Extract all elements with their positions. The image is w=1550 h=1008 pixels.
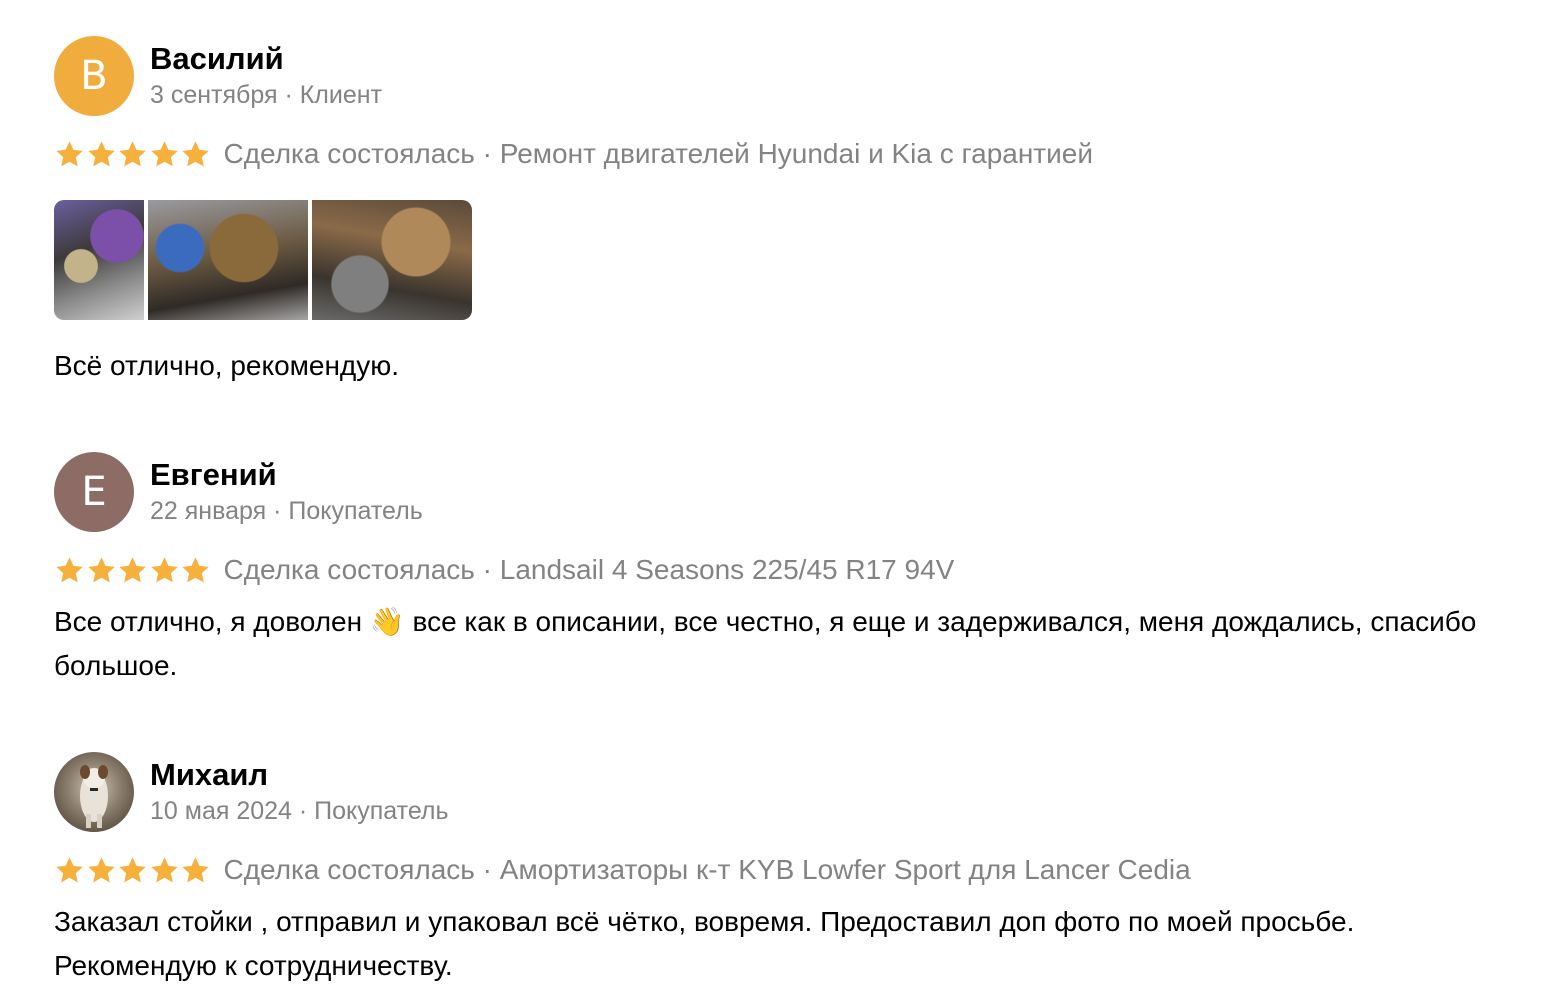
review-text: Все отлично, я доволен 👋 все как в описа… [54,606,1485,681]
review-author-info: Василий 3 сентября · Клиент [150,41,382,111]
avatar[interactable] [54,752,134,832]
review-photo[interactable] [54,200,144,320]
deal-info: Сделка состоялась · Ремонт двигателей Hy… [223,138,1093,169]
star-icon [182,140,209,166]
author-name[interactable]: Евгений [150,457,423,493]
review-meta: 10 мая 2024 · Покупатель [150,797,449,825]
review-author-info: Михаил 10 мая 2024 · Покупатель [150,757,449,827]
star-rating [54,555,212,586]
star-icon [119,140,146,166]
review-photo[interactable] [148,200,308,320]
star-icon [56,140,83,166]
author-name[interactable]: Василий [150,41,382,77]
star-icon [182,856,209,882]
star-icon [150,856,178,882]
avatar[interactable]: В [54,36,134,116]
review-text: Заказал стойки , отправил и упаковал всё… [54,906,1363,981]
star-rating [54,855,212,886]
star-icon [182,556,209,582]
star-icon [87,140,115,166]
rating-row: Сделка состоялась · Ремонт двигателей Hy… [54,134,1514,174]
review-card: В Василий 3 сентября · Клиент Сделка сос… [54,36,1514,388]
review-header: Михаил 10 мая 2024 · Покупатель [54,752,1514,832]
star-icon [56,856,83,882]
review-photos [54,200,1514,320]
rating-row: Сделка состоялась · Landsail 4 Seasons 2… [54,550,1514,590]
star-icon [87,856,115,882]
star-icon [150,140,178,166]
star-icon [87,556,115,582]
author-name[interactable]: Михаил [150,757,449,793]
star-rating [54,139,212,170]
rating-row: Сделка состоялась · Амортизаторы к-т KYB… [54,850,1514,890]
star-icon [150,556,178,582]
avatar-letter: В [80,53,108,99]
review-author-info: Евгений 22 января · Покупатель [150,457,423,527]
star-icon [56,556,83,582]
review-meta: 3 сентября · Клиент [150,81,383,109]
dog-avatar-image [80,765,108,828]
review-meta: 22 января · Покупатель [150,497,423,525]
star-icon [119,856,146,882]
deal-info: Сделка состоялась · Landsail 4 Seasons 2… [223,554,955,585]
star-icon [119,556,146,582]
avatar[interactable]: Е [54,452,134,532]
review-card: Михаил 10 мая 2024 · Покупатель Сделка с… [54,752,1514,988]
review-header: Е Евгений 22 января · Покупатель [54,452,1514,532]
review-card: Е Евгений 22 января · Покупатель Сделка … [54,452,1514,688]
review-photo[interactable] [312,200,472,320]
deal-info: Сделка состоялась · Амортизаторы к-т KYB… [223,854,1191,885]
avatar-letter: Е [81,469,107,515]
review-text: Всё отлично, рекомендую. [54,350,400,381]
review-header: В Василий 3 сентября · Клиент [54,36,1514,116]
